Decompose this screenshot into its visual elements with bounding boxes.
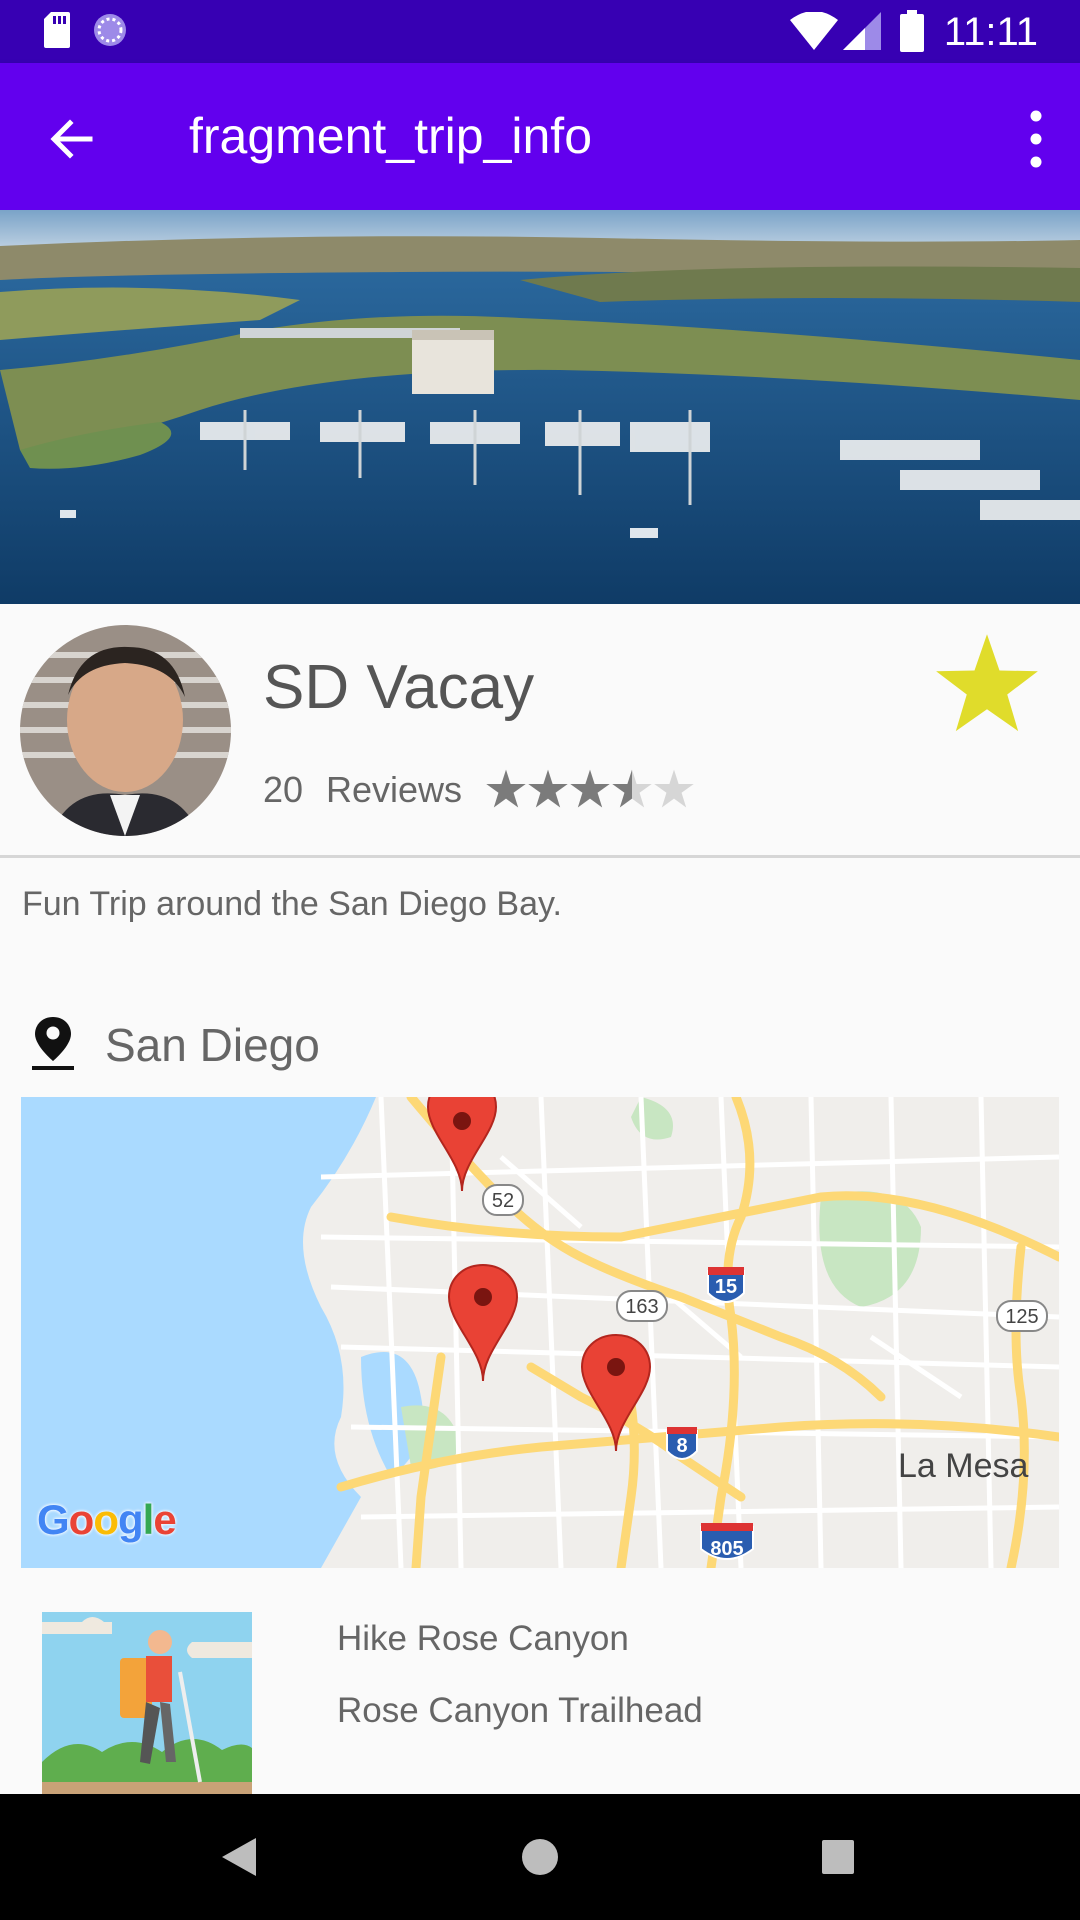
- route-125-label: 125: [1005, 1306, 1038, 1328]
- route-163-label: 163: [625, 1296, 658, 1318]
- status-bar: 11:11: [0, 0, 1080, 63]
- wifi-icon: [790, 12, 838, 50]
- rating-star-icon: [612, 769, 652, 808]
- map-canvas[interactable]: 52 163 15 125 8 805: [21, 1097, 1059, 1568]
- route-805-label: 805: [710, 1538, 743, 1560]
- route-15-label: 15: [715, 1276, 737, 1298]
- nav-recents-icon[interactable]: [822, 1840, 854, 1874]
- back-arrow-icon[interactable]: [40, 107, 104, 171]
- location-label: San Diego: [105, 1019, 320, 1071]
- overflow-menu-icon[interactable]: [996, 103, 1060, 175]
- status-time: 11:11: [943, 10, 1038, 54]
- nav-home-icon[interactable]: [521, 1838, 559, 1876]
- signal-icon: [843, 12, 881, 50]
- trip-description: Fun Trip around the San Diego Bay.: [22, 885, 562, 923]
- rating-star-icon: [570, 769, 610, 808]
- rating-star-icon: [654, 769, 694, 808]
- page-title: fragment_trip_info: [189, 108, 593, 164]
- activity-location: Rose Canyon Trailhead: [337, 1691, 703, 1730]
- rating-star-icon: [528, 769, 568, 808]
- reviews-label: Reviews: [326, 769, 463, 810]
- avatar[interactable]: [20, 625, 231, 836]
- route-8-label: 8: [676, 1435, 687, 1457]
- rating-bar[interactable]: [485, 768, 695, 812]
- sync-icon: [94, 14, 126, 46]
- trip-map[interactable]: 52 163 15 125 8 805: [21, 1097, 1059, 1568]
- route-52-label: 52: [492, 1190, 514, 1212]
- sd-card-icon: [44, 12, 70, 48]
- trip-cover-image: [0, 210, 1080, 604]
- favorite-star-icon[interactable]: [934, 632, 1040, 734]
- review-count: 20: [263, 769, 304, 810]
- trip-title: SD Vacay: [263, 653, 535, 722]
- activity-thumbnail[interactable]: [42, 1612, 252, 1794]
- section-divider: [0, 855, 1080, 858]
- nav-back-icon[interactable]: [222, 1838, 256, 1876]
- map-city-label: La Mesa: [898, 1447, 1029, 1485]
- location-pin-icon: [32, 1017, 74, 1070]
- activity-name: Hike Rose Canyon: [337, 1619, 629, 1658]
- system-nav-bar: [0, 1794, 1080, 1920]
- google-logo: Google: [37, 1496, 177, 1543]
- app-bar: fragment_trip_info: [0, 63, 1080, 210]
- battery-icon: [900, 10, 924, 52]
- rating-star-icon: [486, 769, 526, 808]
